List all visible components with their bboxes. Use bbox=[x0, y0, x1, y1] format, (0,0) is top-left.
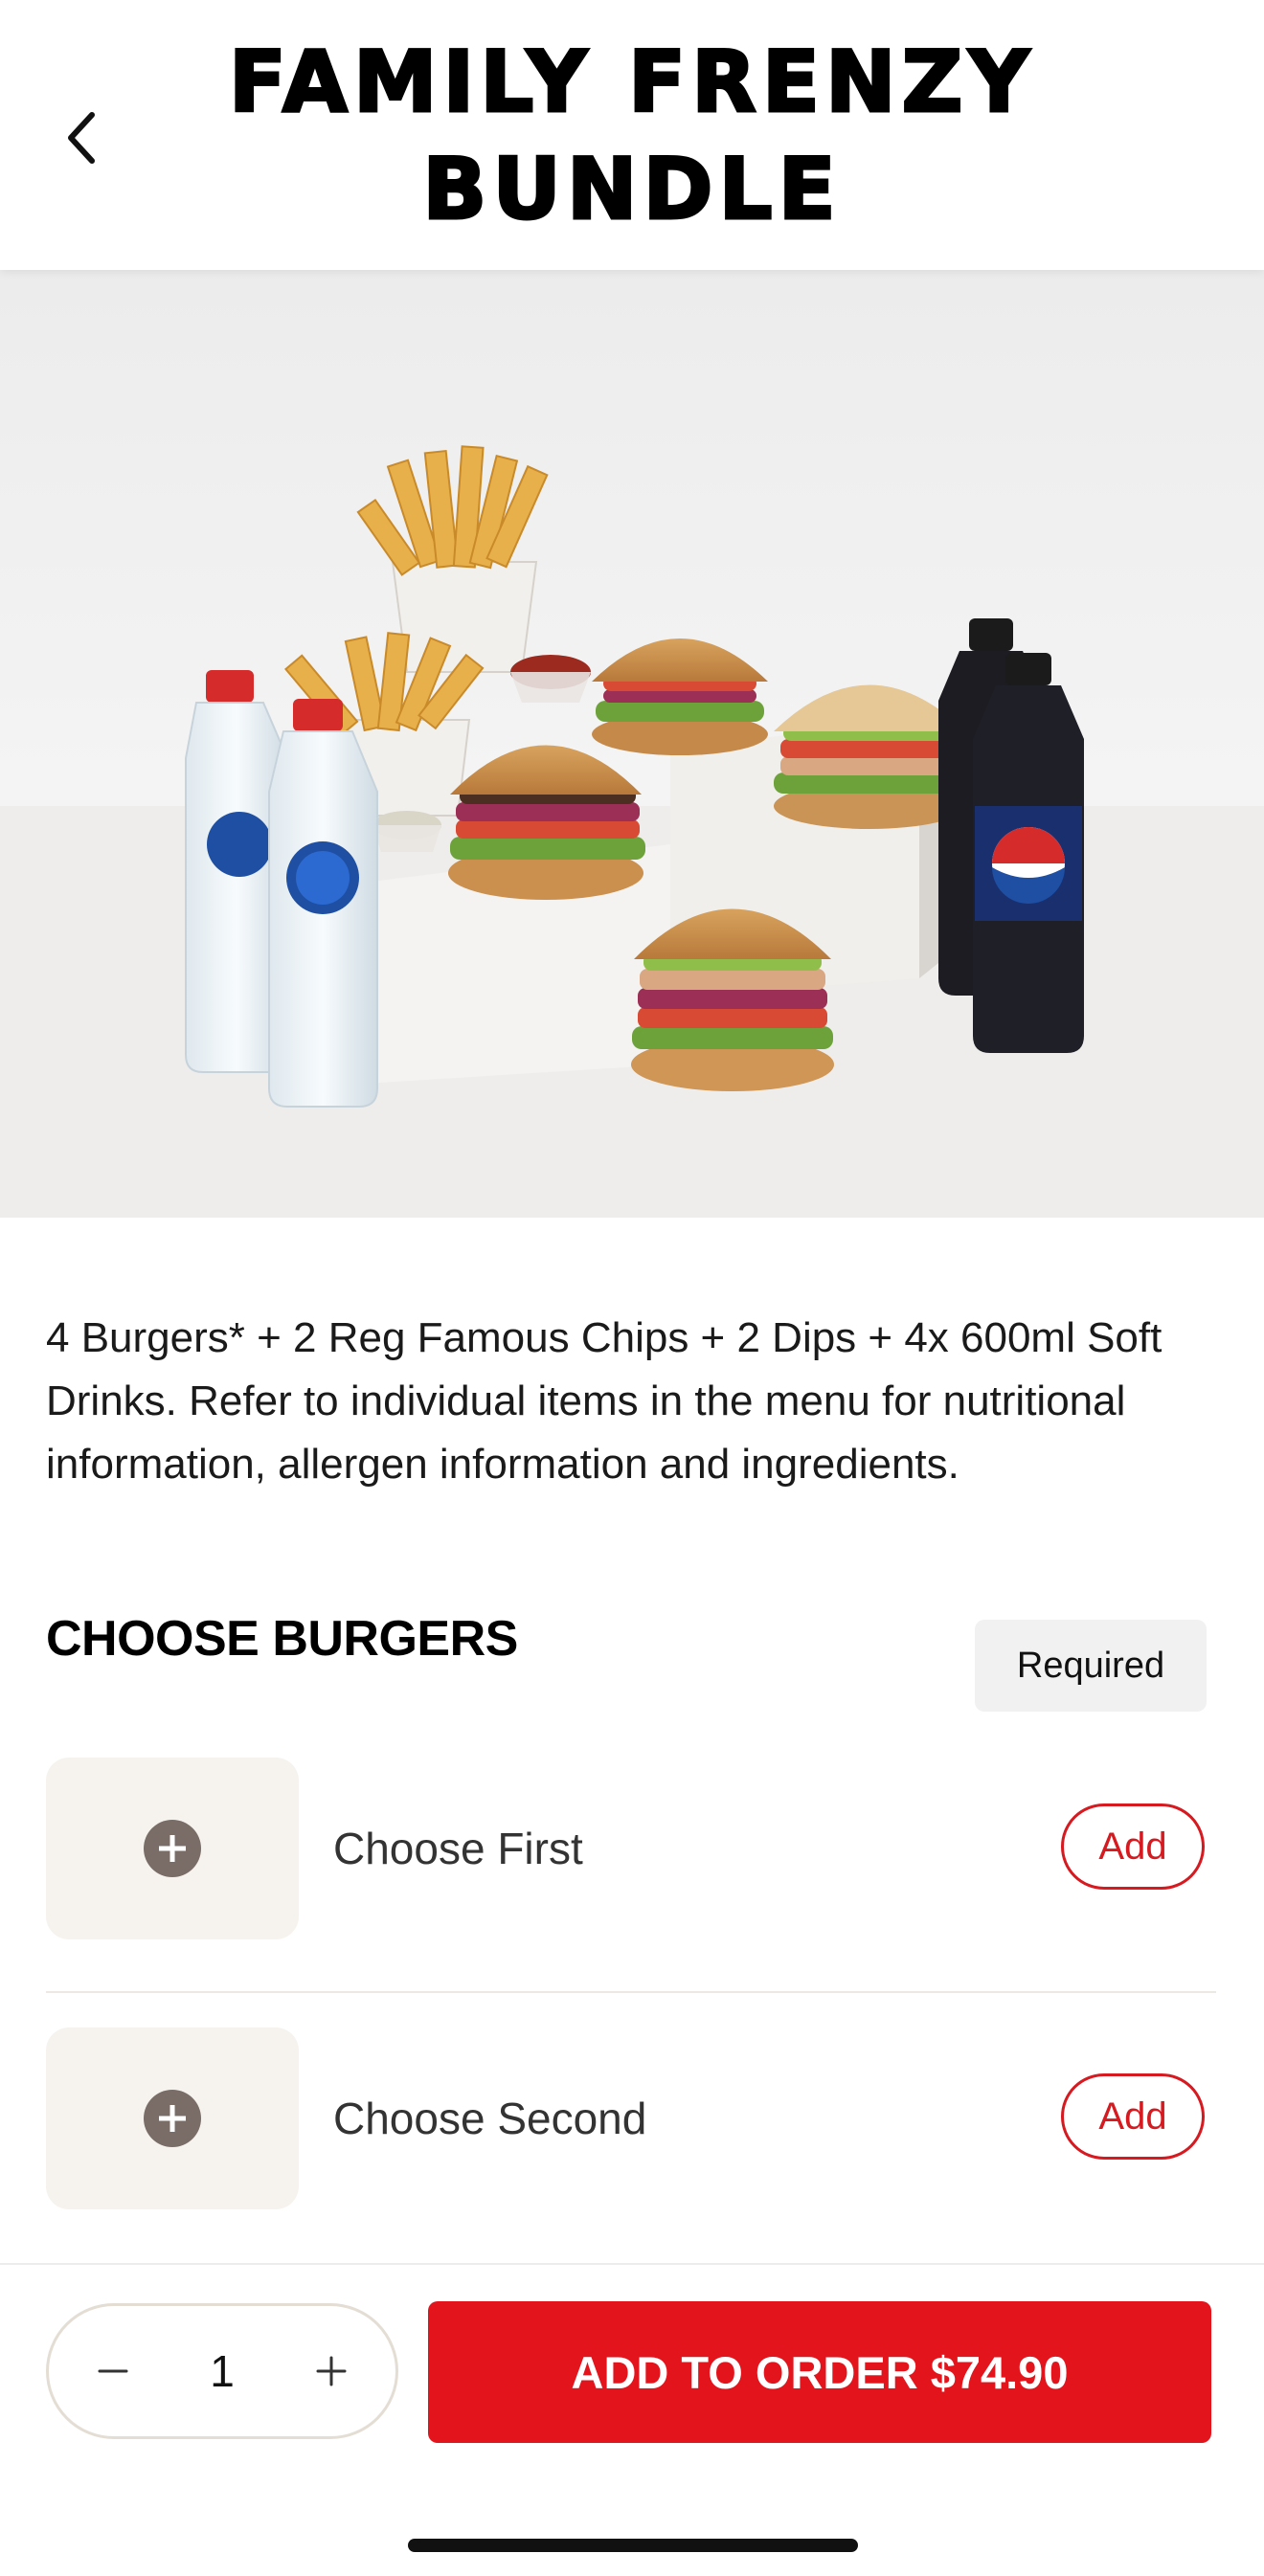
water-bottle-front bbox=[268, 699, 378, 1108]
increase-quantity-button[interactable] bbox=[279, 2306, 384, 2436]
quantity-value: 1 bbox=[210, 2346, 235, 2396]
option-thumbnail[interactable] bbox=[46, 1758, 299, 1939]
home-indicator bbox=[408, 2539, 858, 2552]
top-app-bar: FAMILY FRENZY BUNDLE bbox=[0, 0, 1264, 270]
add-circle-icon bbox=[144, 2090, 201, 2147]
row-divider bbox=[46, 1991, 1216, 1993]
back-button[interactable] bbox=[50, 100, 111, 176]
product-description: 4 Burgers* + 2 Reg Famous Chips + 2 Dips… bbox=[46, 1314, 1162, 1488]
option-row-first[interactable]: Choose First Add bbox=[46, 1758, 1214, 1939]
minus-icon bbox=[98, 2369, 128, 2373]
option-row-second[interactable]: Choose Second Add bbox=[46, 2027, 1214, 2209]
page-title: FAMILY FRENZY BUNDLE bbox=[227, 32, 1036, 240]
chevron-left-icon bbox=[68, 112, 95, 164]
option-label: Choose Second bbox=[333, 2094, 647, 2143]
section-title: CHOOSE BURGERS bbox=[46, 1611, 518, 1667]
pepsi-bottle-front bbox=[973, 653, 1084, 1053]
option-label: Choose First bbox=[333, 1824, 583, 1873]
add-to-order-button[interactable]: ADD TO ORDER $74.90 bbox=[428, 2301, 1211, 2443]
plus-icon bbox=[316, 2356, 347, 2386]
option-thumbnail[interactable] bbox=[46, 2027, 299, 2209]
burger-4 bbox=[631, 908, 834, 1091]
add-circle-icon bbox=[144, 1820, 201, 1877]
bottom-action-bar: 1 ADD TO ORDER $74.90 bbox=[0, 2263, 1264, 2576]
add-second-button[interactable]: Add bbox=[1061, 2073, 1205, 2160]
product-hero-image bbox=[0, 270, 1264, 1218]
add-first-button[interactable]: Add bbox=[1061, 1803, 1205, 1890]
quantity-stepper[interactable]: 1 bbox=[46, 2303, 398, 2439]
decrease-quantity-button[interactable] bbox=[60, 2306, 166, 2436]
required-badge: Required bbox=[975, 1620, 1207, 1712]
